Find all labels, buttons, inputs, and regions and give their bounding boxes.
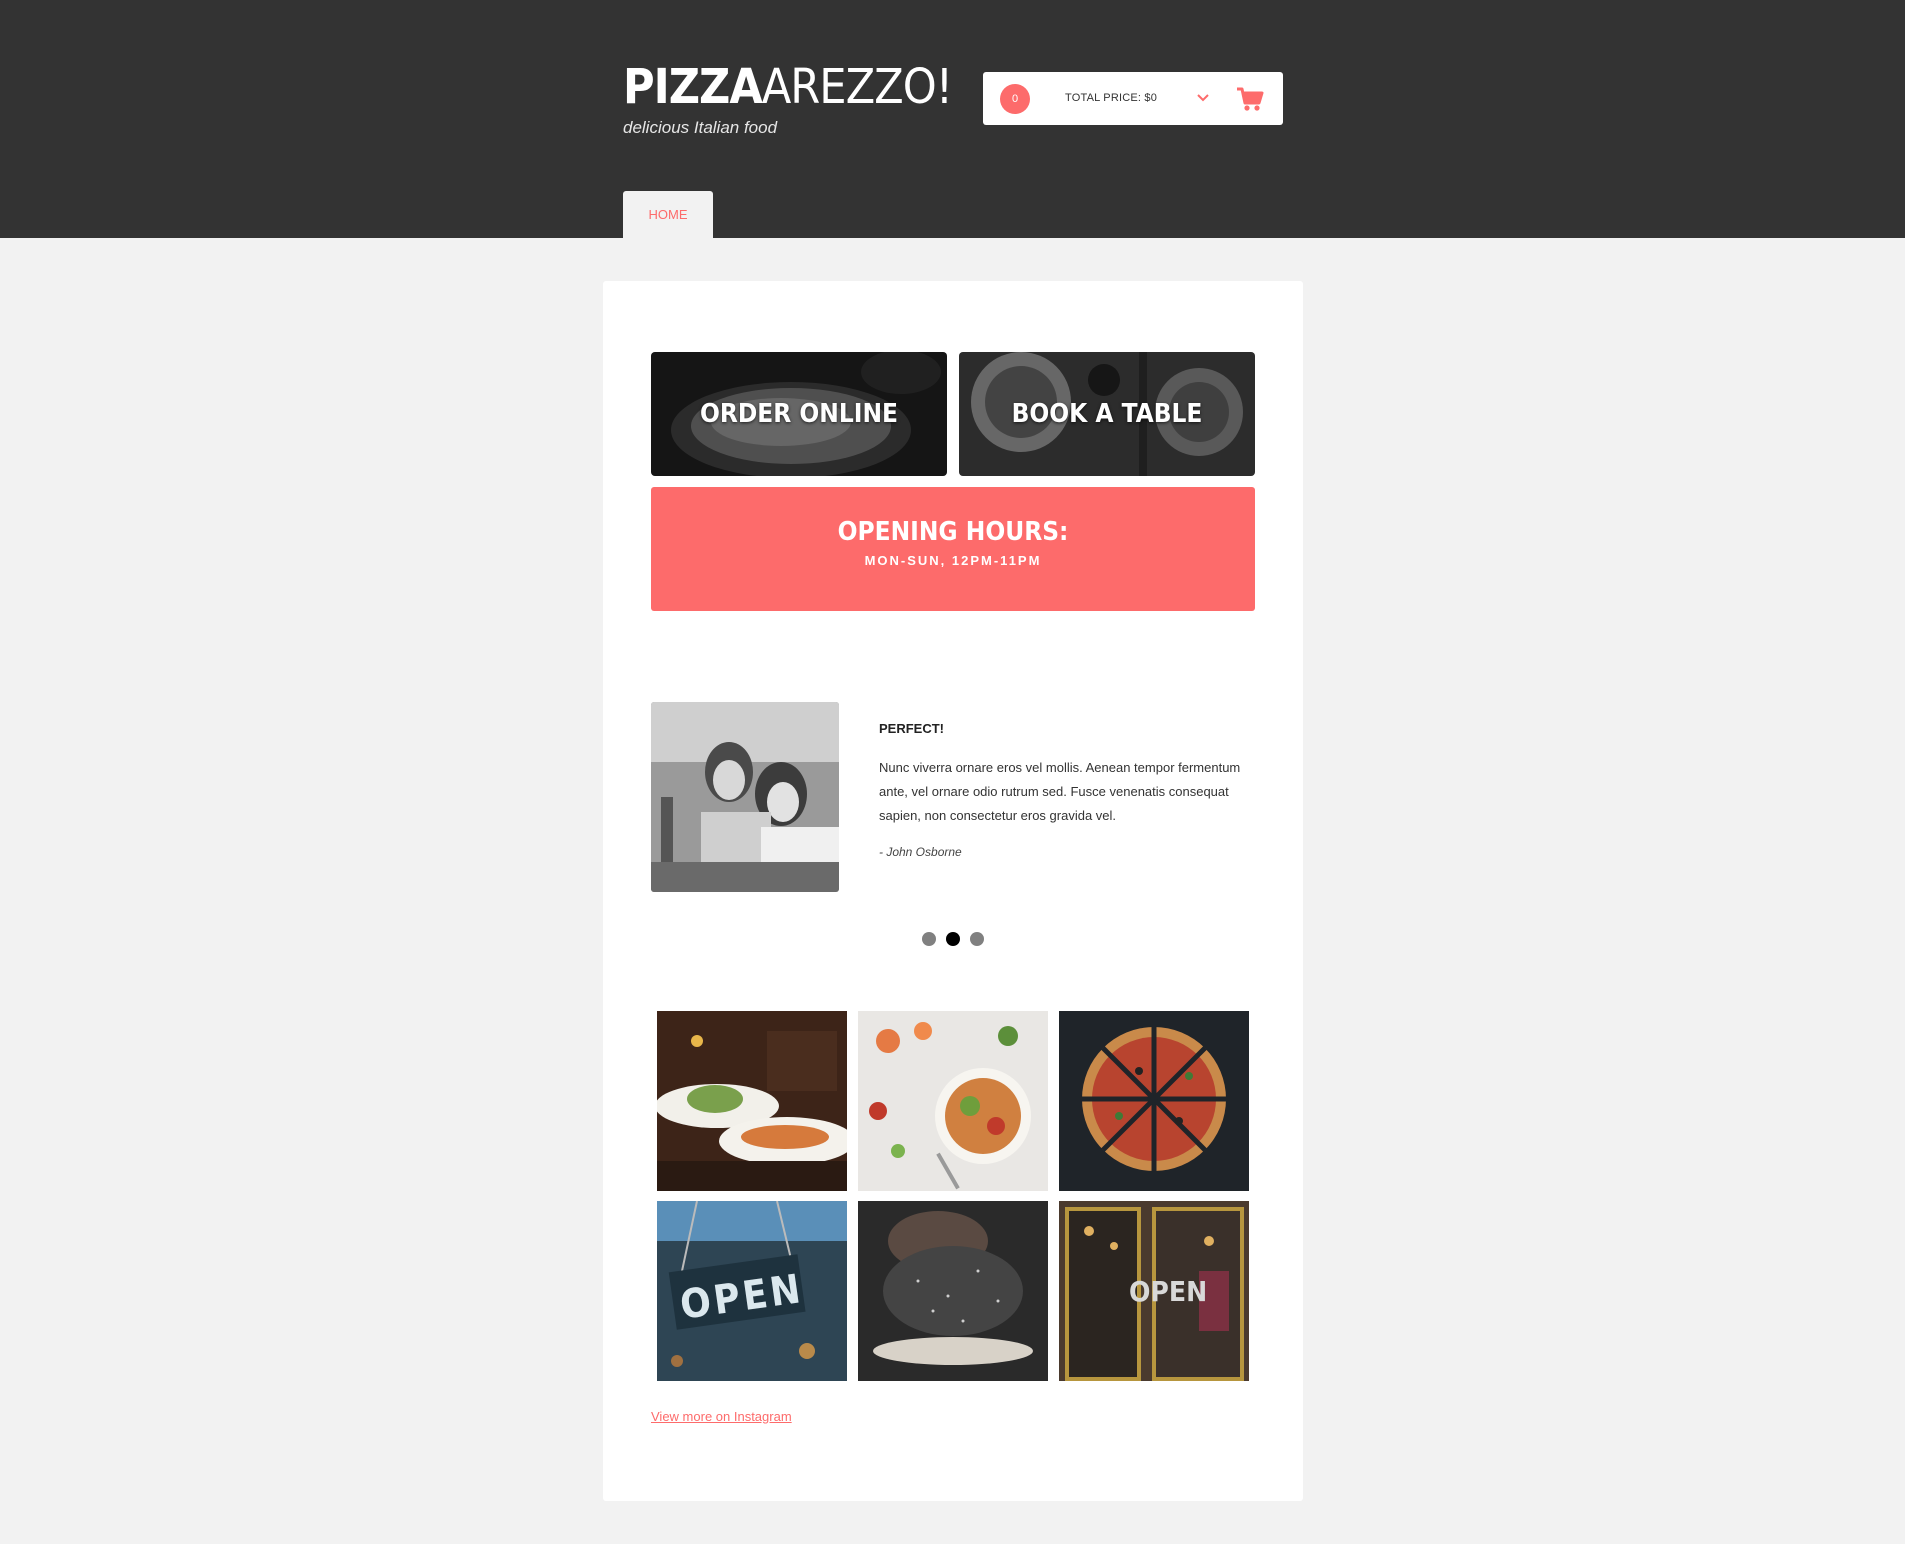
instagram-link[interactable]: View more on Instagram xyxy=(651,1409,792,1424)
cart-count-badge: 0 xyxy=(1000,84,1030,114)
cart-total-price: TOTAL PRICE: $0 xyxy=(1065,92,1158,104)
testimonial-photo xyxy=(651,702,839,892)
site-tagline: delicious Italian food xyxy=(623,118,778,137)
shopping-cart-icon[interactable] xyxy=(1235,84,1265,114)
cart-widget[interactable]: 0 TOTAL PRICE: $0 xyxy=(983,72,1283,125)
testimonial-body: Nunc viverra ornare eros vel mollis. Aen… xyxy=(879,760,1241,823)
logo-text-bold: PIZZA xyxy=(623,59,763,115)
book-table-label: BOOK A TABLE xyxy=(1011,399,1203,429)
gallery-photo-restaurant-plates[interactable] xyxy=(657,1011,847,1191)
opening-hours-schedule: MON-SUN, 12PM-11PM xyxy=(864,553,1042,568)
order-online-label: ORDER ONLINE xyxy=(699,399,899,429)
gallery-photo-flour-dough[interactable] xyxy=(858,1201,1048,1381)
site-logo[interactable]: PIZZAAREZZO! xyxy=(623,57,953,117)
slide-dot-3[interactable] xyxy=(970,932,984,946)
gallery-photo-shop-door-open[interactable]: OPEN xyxy=(1059,1201,1249,1381)
chevron-down-icon[interactable] xyxy=(1191,85,1215,109)
slide-dot-1[interactable] xyxy=(922,932,936,946)
door-sign-text: OPEN xyxy=(1129,1275,1207,1308)
opening-hours-banner: OPENING HOURS: MON-SUN, 12PM-11PM xyxy=(651,487,1255,611)
gallery-photo-open-sign[interactable]: OPEN xyxy=(657,1201,847,1381)
book-table-tile[interactable]: BOOK A TABLE xyxy=(959,352,1255,476)
gallery-photo-salad-bowl[interactable] xyxy=(858,1011,1048,1191)
logo-text-light: AREZZO! xyxy=(761,59,953,115)
testimonial-title: PERFECT! xyxy=(879,721,944,736)
order-online-tile[interactable]: ORDER ONLINE xyxy=(651,352,947,476)
testimonial-pagination xyxy=(922,932,994,946)
testimonial-author: - John Osborne xyxy=(879,845,962,859)
gallery-photo-sliced-pizza[interactable] xyxy=(1059,1011,1249,1191)
slide-dot-2[interactable] xyxy=(946,932,960,946)
opening-hours-title: OPENING HOURS: xyxy=(837,517,1069,547)
nav-tab-home[interactable]: HOME xyxy=(623,191,713,238)
main-content-card: ORDER ONLINE BOOK A TABLE OPENING HOURS:… xyxy=(603,281,1303,1501)
site-header: PIZZAAREZZO! delicious Italian food 0 TO… xyxy=(0,0,1905,238)
